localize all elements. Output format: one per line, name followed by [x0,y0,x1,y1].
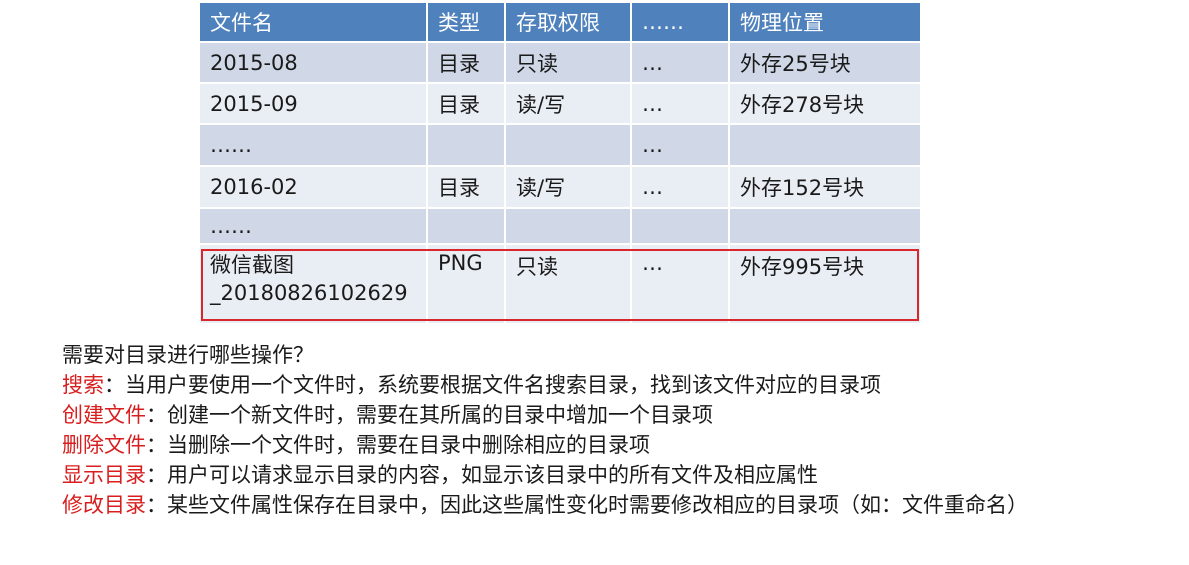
note-item-display: 显示目录：用户可以请求显示目录的内容，如显示该目录中的所有文件及相应属性 [62,460,1122,490]
cell-type: 目录 [427,41,506,83]
header-type: 类型 [427,3,506,42]
header-access: 存取权限 [505,3,632,42]
cell-etc: … [631,41,730,83]
note-text: ：当删除一个文件时，需要在目录中删除相应的目录项 [146,433,650,457]
note-keyword: 搜索 [62,373,104,397]
cell-access: 读/写 [505,165,632,208]
header-etc: …… [631,3,730,42]
cell-etc: … [631,82,730,124]
note-text: ：当用户要使用一个文件时，系统要根据文件名搜索目录，找到该文件对应的目录项 [104,373,881,397]
table-row: 2015-09 目录 读/写 … 外存278号块 [200,82,920,124]
table-row: 2016-02 目录 读/写 … 外存152号块 [200,165,920,208]
header-location: 物理位置 [729,3,920,42]
note-item-create: 创建文件：创建一个新文件时，需要在其所属的目录中增加一个目录项 [62,400,1122,430]
highlighted-table-row: 微信截图 _20180826102629 PNG 只读 … 外存995号块 [200,243,920,323]
cell-location: 外存152号块 [729,165,920,208]
cell-filename: 2015-09 [200,82,428,124]
note-keyword: 修改目录 [62,493,146,517]
directory-table-container: 文件名 类型 存取权限 …… 物理位置 2015-08 目录 只读 … 外存25… [200,3,920,323]
cell-access [505,123,632,166]
note-item-search: 搜索：当用户要使用一个文件时，系统要根据文件名搜索目录，找到该文件对应的目录项 [62,370,1122,400]
note-text: ：某些文件属性保存在目录中，因此这些属性变化时需要修改相应的目录项（如：文件重命… [146,493,1028,517]
directory-table: 文件名 类型 存取权限 …… 物理位置 2015-08 目录 只读 … 外存25… [200,3,920,323]
note-item-modify: 修改目录：某些文件属性保存在目录中，因此这些属性变化时需要修改相应的目录项（如：… [62,490,1122,520]
notes-question: 需要对目录进行哪些操作？ [62,343,314,367]
cell-etc [631,207,730,244]
cell-type [427,207,506,244]
note-item-delete: 删除文件：当删除一个文件时，需要在目录中删除相应的目录项 [62,430,1122,460]
note-keyword: 显示目录 [62,463,146,487]
table-row: …… [200,207,920,244]
note-keyword: 创建文件 [62,403,146,427]
cell-filename: 2016-02 [200,165,428,208]
cell-type: PNG [427,243,506,323]
note-keyword: 删除文件 [62,433,146,457]
cell-filename: …… [200,123,428,166]
cell-etc: … [631,243,730,323]
cell-location [729,123,920,166]
cell-etc: … [631,123,730,166]
cell-type: 目录 [427,82,506,124]
cell-type [427,123,506,166]
table-header-row: 文件名 类型 存取权限 …… 物理位置 [200,3,920,42]
cell-type: 目录 [427,165,506,208]
header-filename: 文件名 [200,3,428,42]
note-text: ：创建一个新文件时，需要在其所属的目录中增加一个目录项 [146,403,713,427]
note-text: ：用户可以请求显示目录的内容，如显示该目录中的所有文件及相应属性 [146,463,818,487]
cell-access: 只读 [505,41,632,83]
directory-operations-notes: 需要对目录进行哪些操作？ 搜索：当用户要使用一个文件时，系统要根据文件名搜索目录… [62,340,1122,520]
cell-access: 只读 [505,243,632,323]
cell-filename: 微信截图 _20180826102629 [200,243,428,323]
cell-location: 外存278号块 [729,82,920,124]
cell-access: 读/写 [505,82,632,124]
filename-line-1: 微信截图 [210,253,294,277]
cell-location: 外存995号块 [729,243,920,323]
table-row: 2015-08 目录 只读 … 外存25号块 [200,41,920,83]
cell-location: 外存25号块 [729,41,920,83]
cell-filename: …… [200,207,428,244]
cell-location [729,207,920,244]
cell-filename: 2015-08 [200,41,428,83]
cell-access [505,207,632,244]
table-row: …… … [200,123,920,166]
cell-etc: … [631,165,730,208]
filename-line-2: _20180826102629 [210,281,408,305]
